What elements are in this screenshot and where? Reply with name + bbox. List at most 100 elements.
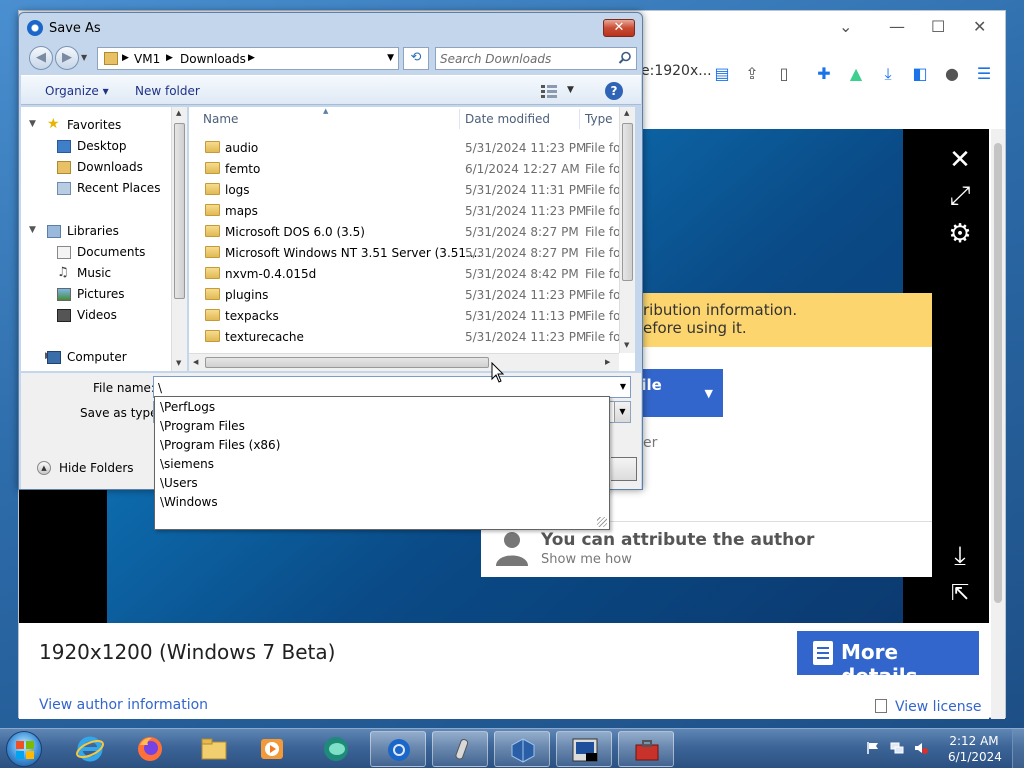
column-header-type[interactable]: Type	[585, 107, 613, 131]
help-icon[interactable]: ?	[605, 82, 623, 100]
file-row[interactable]: texturecache 5/31/2024 11:23 PM File fol	[189, 326, 624, 347]
forward-arrow-icon[interactable]: ▶	[55, 46, 79, 70]
close-window-icon[interactable]: ✕	[973, 17, 986, 36]
search-input[interactable]	[440, 51, 610, 67]
bookmark-icon[interactable]: ▯	[773, 63, 795, 85]
scroll-down-icon[interactable]: ▼	[624, 341, 629, 349]
file-row[interactable]: Microsoft Windows NT 3.51 Server (3.51..…	[189, 242, 624, 263]
collapse-arrow-icon[interactable]: ▼	[29, 119, 36, 129]
sidebar-icon[interactable]: ◧	[909, 63, 931, 85]
breadcrumb[interactable]: ▶ VM1 ▶ Downloads ▶ ▼	[97, 47, 399, 70]
scroll-up-icon[interactable]: ▲	[624, 109, 629, 117]
scroll-up-icon[interactable]: ▲	[176, 109, 181, 117]
more-details-button[interactable]: More details	[797, 631, 979, 688]
system-clock[interactable]: 2:12 AM 6/1/2024	[948, 733, 1002, 765]
share-icon[interactable]: ⇪	[741, 63, 763, 85]
show-me-how-link[interactable]: Show me how	[541, 552, 632, 567]
file-row[interactable]: femto 6/1/2024 12:27 AM File fol	[189, 158, 624, 179]
scroll-right-icon[interactable]: ▶	[605, 358, 610, 366]
volume-muted-icon[interactable]	[914, 741, 928, 755]
breadcrumb-vm1[interactable]: VM1	[134, 52, 160, 66]
minimize-icon[interactable]: —	[889, 17, 905, 36]
breadcrumb-arrow-icon[interactable]: ▶	[122, 53, 129, 63]
view-license-link[interactable]: View license	[895, 699, 982, 715]
download-icon[interactable]: ⤓	[877, 63, 899, 85]
chevron-down-icon[interactable]: ▼	[387, 53, 394, 63]
nav-desktop[interactable]: Desktop	[57, 139, 127, 153]
file-name-input[interactable]	[158, 380, 598, 395]
back-arrow-icon[interactable]: ◀	[29, 46, 53, 70]
taskbar-firefox[interactable]	[122, 731, 178, 767]
breadcrumb-arrow-icon[interactable]: ▶	[248, 53, 255, 63]
menu-icon[interactable]: ☰	[973, 63, 995, 85]
file-row[interactable]: Microsoft DOS 6.0 (3.5) 5/31/2024 8:27 PM…	[189, 221, 624, 242]
column-divider[interactable]	[459, 109, 460, 129]
nav-pictures[interactable]: Pictures	[57, 287, 125, 301]
dialog-close-button[interactable]: ✕	[603, 19, 635, 37]
file-row[interactable]: plugins 5/31/2024 11:23 PM File fol	[189, 284, 624, 305]
nav-music[interactable]: ♫ Music	[57, 265, 111, 280]
file-row[interactable]: audio 5/31/2024 11:23 PM File fol	[189, 137, 624, 158]
fullscreen-icon[interactable]: ⤢	[945, 181, 975, 211]
nav-favorites[interactable]: ★ Favorites	[47, 116, 121, 132]
taskbar-internet-explorer[interactable]	[62, 731, 118, 767]
breadcrumb-downloads[interactable]: Downloads	[180, 52, 246, 66]
column-divider[interactable]	[579, 109, 580, 129]
nav-recent-places[interactable]: Recent Places	[57, 181, 160, 195]
nav-pane-scrollbar[interactable]: ▲ ▼	[171, 107, 187, 371]
column-header-date[interactable]: Date modified	[465, 107, 550, 131]
autocomplete-item[interactable]: \siemens	[160, 457, 214, 471]
page-scrollbar[interactable]	[991, 129, 1005, 719]
download-image-icon[interactable]: ⤓	[945, 541, 975, 571]
taskbar-chrome[interactable]	[370, 731, 426, 767]
chevron-down-icon[interactable]: ▼	[567, 85, 574, 95]
horizontal-scroll-thumb[interactable]	[205, 357, 489, 368]
autocomplete-item[interactable]: \Program Files (x86)	[160, 438, 280, 452]
taskbar-app-fish[interactable]	[308, 731, 364, 767]
column-header-name[interactable]: Name	[203, 107, 238, 131]
taskbar-notepad[interactable]	[432, 731, 488, 767]
close-viewer-icon[interactable]: ✕	[945, 145, 975, 175]
autocomplete-item[interactable]: \Program Files	[160, 419, 245, 433]
new-folder-button[interactable]: New folder	[135, 84, 200, 98]
refresh-icon[interactable]: ⟲	[403, 47, 429, 70]
nav-computer[interactable]: Computer	[47, 350, 127, 364]
resize-grip-icon[interactable]	[597, 517, 607, 527]
nav-videos[interactable]: Videos	[57, 308, 117, 322]
scroll-down-icon[interactable]: ▼	[176, 359, 181, 367]
file-list-horizontal-scrollbar[interactable]: ◀ ▶	[189, 353, 619, 371]
file-name-combobox[interactable]: ▼	[153, 376, 631, 398]
chevron-down-icon[interactable]: ⌄	[839, 17, 852, 36]
extensions-icon[interactable]: ✚	[813, 63, 835, 85]
dialog-titlebar[interactable]: Save As ✕	[19, 13, 642, 43]
chevron-down-icon[interactable]: ▼	[614, 402, 630, 422]
hide-folders-button[interactable]: ▲ Hide Folders	[37, 461, 134, 475]
chevron-down-icon[interactable]: ▼	[620, 382, 626, 391]
taskbar-toolbox[interactable]	[618, 731, 674, 767]
cancel-button[interactable]	[611, 457, 637, 481]
view-author-link[interactable]: View author information	[39, 697, 208, 713]
collapse-arrow-icon[interactable]: ▼	[29, 225, 36, 235]
reader-mode-icon[interactable]: ▤	[711, 63, 733, 85]
taskbar-file-explorer[interactable]	[186, 731, 242, 767]
show-desktop-button[interactable]	[1012, 729, 1024, 768]
file-row[interactable]: maps 5/31/2024 11:23 PM File fol	[189, 200, 624, 221]
file-list-vertical-scrollbar[interactable]: ▲ ▼	[619, 107, 635, 353]
file-row[interactable]: texpacks 5/31/2024 11:13 PM File fol	[189, 305, 624, 326]
file-row[interactable]: nxvm-0.4.015d 5/31/2024 8:42 PM File fol	[189, 263, 624, 284]
autocomplete-item[interactable]: \Users	[160, 476, 198, 490]
maximize-icon[interactable]: ☐	[931, 17, 945, 36]
breadcrumb-arrow-icon[interactable]: ▶	[166, 53, 173, 63]
nav-documents[interactable]: Documents	[57, 245, 145, 259]
share-image-icon[interactable]: ⇱	[945, 579, 975, 609]
settings-gear-icon[interactable]: ⚙	[945, 219, 975, 249]
flask-icon[interactable]: ▲	[845, 63, 867, 85]
nav-scroll-thumb[interactable]	[174, 123, 185, 299]
taskbar-media-player[interactable]	[244, 731, 300, 767]
recent-locations-icon[interactable]: ▼	[81, 53, 87, 62]
taskbar-virtualbox[interactable]	[494, 731, 550, 767]
start-button[interactable]	[6, 731, 42, 767]
file-row[interactable]: logs 5/31/2024 11:31 PM File fol	[189, 179, 624, 200]
autocomplete-item[interactable]: \Windows	[160, 495, 218, 509]
taskbar-nt-app[interactable]	[556, 731, 612, 767]
